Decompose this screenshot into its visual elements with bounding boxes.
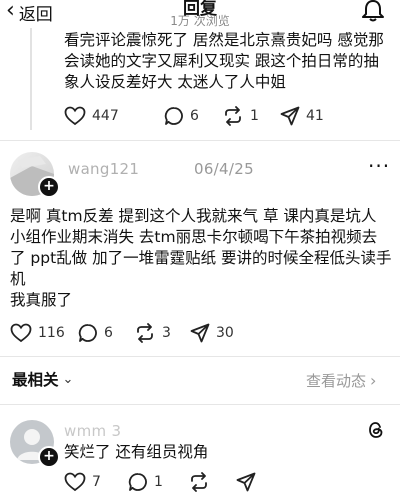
comment-3: + wmm 3 笑烂了 还有组员视角 7 1 bbox=[0, 404, 400, 500]
comment-2-line: 了 ppt乱做 加了一堆雷霆贴纸 要讲的时候全程低头读手 bbox=[10, 249, 392, 267]
comment-1-line: 象人设反差好大 太迷人了人中姐 bbox=[64, 73, 286, 91]
comment-3-stats: 7 1 bbox=[64, 472, 256, 492]
like-count: 7 bbox=[92, 474, 101, 490]
comment-1-line: 看完评论震惊死了 居然是北京熹贵妃吗 感觉那 bbox=[64, 31, 384, 49]
repost-icon bbox=[191, 472, 207, 492]
speech-bubble-icon bbox=[164, 107, 183, 125]
heart-icon bbox=[10, 323, 32, 343]
follow-plus-icon[interactable]: + bbox=[38, 446, 60, 468]
comment-2-line: 小组作业期末消失 去tm丽思卡尔顿喝下午茶拍视频去 bbox=[10, 228, 378, 246]
repost-icon bbox=[137, 323, 153, 343]
share-count: 41 bbox=[306, 108, 324, 124]
chevron-right-icon: › bbox=[370, 371, 377, 390]
sort-dropdown[interactable]: 最相关 ⌄ bbox=[12, 368, 73, 390]
like-count: 116 bbox=[38, 325, 65, 341]
divider bbox=[0, 356, 400, 357]
view-activity-label: 查看动态 bbox=[306, 372, 367, 390]
heart-icon bbox=[64, 472, 86, 492]
send-icon bbox=[280, 106, 300, 126]
like-button[interactable]: 7 bbox=[64, 472, 128, 492]
comment-date: 06/4/25 bbox=[194, 160, 254, 178]
like-count: 447 bbox=[92, 108, 119, 124]
comment-2-line: 我真服了 bbox=[10, 291, 73, 309]
comment-1-line: 会读她的文字又犀利又现实 跟这个拍日常的抽 bbox=[64, 52, 379, 70]
repost-button[interactable]: 1 bbox=[222, 106, 280, 126]
bell-button[interactable] bbox=[360, 0, 386, 22]
comment-1-stats: 447 6 1 41 bbox=[64, 106, 324, 126]
comment-2-line: 机 bbox=[10, 270, 26, 288]
comment-2-stats: 116 6 3 30 bbox=[10, 323, 234, 343]
comment-3-text: 笑烂了 还有组员视角 bbox=[64, 443, 209, 461]
reply-button[interactable]: 6 bbox=[164, 106, 222, 126]
view-count: 1万 次浏览 bbox=[170, 14, 230, 28]
repost-button[interactable]: 3 bbox=[134, 323, 190, 343]
like-button[interactable]: 116 bbox=[10, 323, 78, 343]
reply-button[interactable]: 6 bbox=[78, 323, 134, 343]
comment-1-text: 看完评论震惊死了 居然是北京熹贵妃吗 感觉那 会读她的文字又犀利又现实 跟这个拍… bbox=[64, 30, 400, 93]
speech-bubble-icon bbox=[78, 324, 97, 342]
send-icon bbox=[236, 472, 256, 492]
sort-label: 最相关 bbox=[12, 371, 59, 389]
share-button[interactable]: 30 bbox=[190, 323, 234, 343]
share-count: 30 bbox=[216, 325, 234, 341]
comment-2-text: 是啊 真tm反差 提到这个人我就来气 草 课内真是坑人 小组作业期末消失 去tm… bbox=[10, 206, 400, 311]
send-icon bbox=[190, 323, 210, 343]
reply-count: 6 bbox=[104, 325, 113, 341]
speech-bubble-icon bbox=[128, 473, 147, 491]
comment-2: + wang121 06/4/25 ··· 是啊 真tm反差 提到这个人我就来气… bbox=[0, 140, 400, 350]
repost-count: 3 bbox=[162, 325, 171, 341]
like-button[interactable]: 447 bbox=[64, 106, 164, 126]
share-button[interactable] bbox=[236, 472, 256, 492]
thread-line bbox=[30, 28, 32, 130]
repost-count: 1 bbox=[250, 108, 259, 124]
follow-plus-icon[interactable]: + bbox=[38, 176, 60, 198]
repost-button[interactable] bbox=[188, 472, 236, 492]
bell-icon bbox=[362, 0, 384, 22]
threads-icon[interactable] bbox=[366, 420, 386, 440]
more-options-icon[interactable]: ··· bbox=[368, 154, 390, 178]
chevron-down-icon: ⌄ bbox=[62, 371, 74, 387]
comment-2-line: 是啊 真tm反差 提到这个人我就来气 草 课内真是坑人 bbox=[10, 207, 377, 225]
repost-icon bbox=[225, 106, 241, 126]
share-button[interactable]: 41 bbox=[280, 106, 324, 126]
reply-button[interactable]: 1 bbox=[128, 472, 188, 492]
reply-count: 1 bbox=[154, 474, 163, 490]
username[interactable]: wang121 bbox=[68, 160, 139, 178]
view-activity-link[interactable]: 查看动态 › bbox=[306, 370, 376, 391]
username[interactable]: wmm 3 bbox=[64, 422, 121, 440]
reply-count: 6 bbox=[190, 108, 199, 124]
heart-icon bbox=[64, 106, 86, 126]
